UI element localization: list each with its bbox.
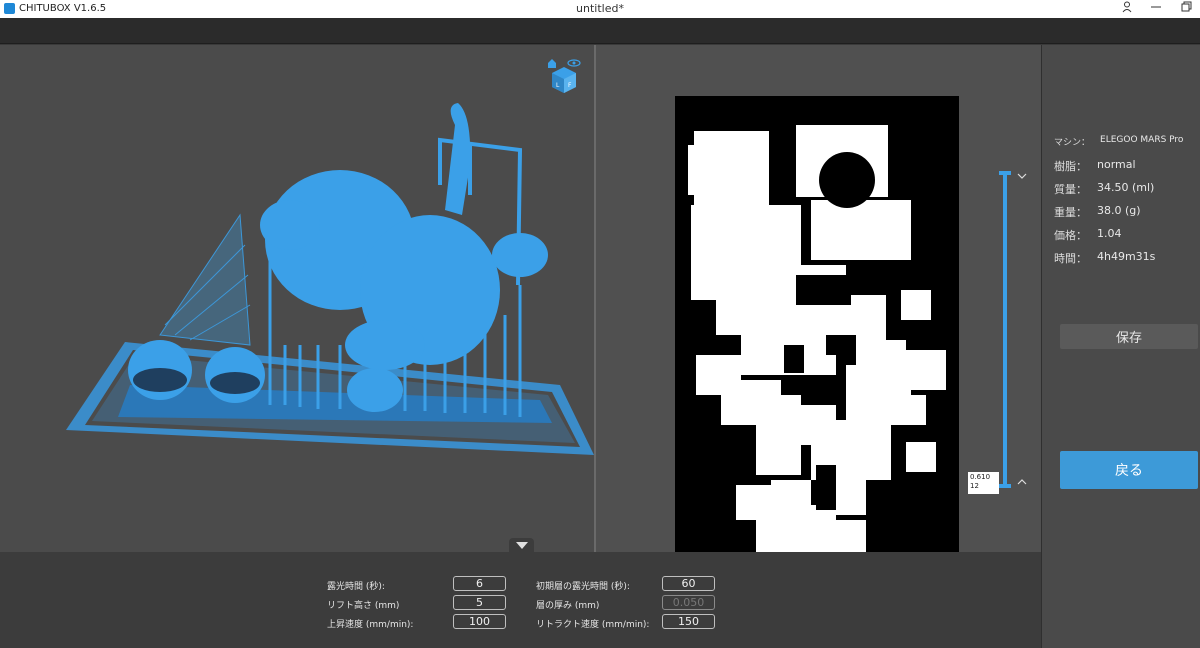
info-row-resin: 樹脂： normal — [1054, 158, 1183, 181]
triangle-down-icon — [515, 541, 528, 549]
collapse-panel-button[interactable] — [509, 538, 534, 552]
maximize-icon[interactable] — [1180, 1, 1192, 16]
weight-label: 重量： — [1054, 206, 1087, 219]
price-label: 価格： — [1054, 229, 1087, 242]
menu-bar — [0, 18, 1200, 44]
lift-speed-label: 上昇速度 (mm/min): — [327, 620, 414, 630]
lift-speed-input[interactable]: 100 — [453, 614, 506, 629]
time-label: 時間： — [1054, 252, 1087, 265]
window-controls — [1122, 1, 1192, 16]
machine-value: ELEGOO MARS Pro — [1100, 135, 1184, 145]
save-button[interactable]: 保存 — [1060, 324, 1198, 349]
info-row-volume: 質量： 34.50 (ml) — [1054, 181, 1183, 204]
layer-readout: 0.610 12 — [968, 472, 999, 494]
layer-thickness-label: 層の厚み (mm) — [536, 601, 600, 611]
info-row-price: 価格： 1.04 — [1054, 227, 1183, 250]
info-row-weight: 重量： 38.0 (g) — [1054, 204, 1183, 227]
bottom-exposure-input[interactable]: 60 — [662, 576, 715, 591]
back-button[interactable]: 戻る — [1060, 451, 1198, 489]
parameters-panel: 露光時間 (秒): 6 初期層の露光時間 (秒): 60 リフト高さ (mm) … — [0, 552, 1041, 648]
exposure-label: 露光時間 (秒): — [327, 582, 385, 592]
document-title: untitled* — [576, 2, 624, 15]
weight-value: 38.0 (g) — [1097, 204, 1141, 217]
volume-value: 34.50 (ml) — [1097, 181, 1155, 194]
title-bar: CHITUBOX V1.6.5 untitled* — [0, 0, 1200, 18]
layer-slider-track[interactable] — [1003, 173, 1007, 486]
layer-number: 12 — [970, 482, 979, 490]
user-icon[interactable] — [1122, 1, 1132, 16]
volume-label: 質量： — [1054, 183, 1087, 196]
retract-speed-input[interactable]: 150 — [662, 614, 715, 629]
layer-slider-bottom-handle[interactable] — [999, 484, 1011, 488]
retract-speed-label: リトラクト速度 (mm/min): — [536, 620, 650, 630]
layer-thickness-input: 0.050 — [662, 595, 715, 610]
svg-text:F: F — [568, 82, 572, 89]
right-panel: マシン： ELEGOO MARS Pro 樹脂： normal 質量： 34.5… — [1041, 45, 1200, 648]
lift-height-label: リフト高さ (mm) — [327, 601, 400, 611]
info-row-time: 時間： 4h49m31s — [1054, 250, 1183, 273]
print-info: マシン： ELEGOO MARS Pro 樹脂： normal 質量： 34.5… — [1054, 135, 1183, 273]
3d-model-render — [66, 103, 594, 455]
lift-height-input[interactable]: 5 — [453, 595, 506, 610]
chevron-up-icon[interactable] — [1017, 478, 1027, 489]
layer-slider-top-handle[interactable] — [999, 171, 1011, 175]
chevron-down-icon[interactable] — [1017, 172, 1027, 183]
view-cube-icon[interactable]: L F — [546, 57, 582, 101]
resin-value: normal — [1097, 158, 1136, 171]
minimize-icon[interactable] — [1150, 1, 1162, 16]
exposure-input[interactable]: 6 — [453, 576, 506, 591]
layer-height: 0.610 — [970, 473, 991, 481]
info-row-machine: マシン： ELEGOO MARS Pro — [1054, 135, 1183, 158]
3d-viewport[interactable]: L F — [0, 45, 594, 552]
price-value: 1.04 — [1097, 227, 1122, 240]
bottom-exposure-label: 初期層の露光時間 (秒): — [536, 582, 630, 592]
machine-label: マシン： — [1054, 138, 1091, 148]
time-value: 4h49m31s — [1097, 250, 1156, 263]
resin-label: 樹脂： — [1054, 160, 1087, 173]
